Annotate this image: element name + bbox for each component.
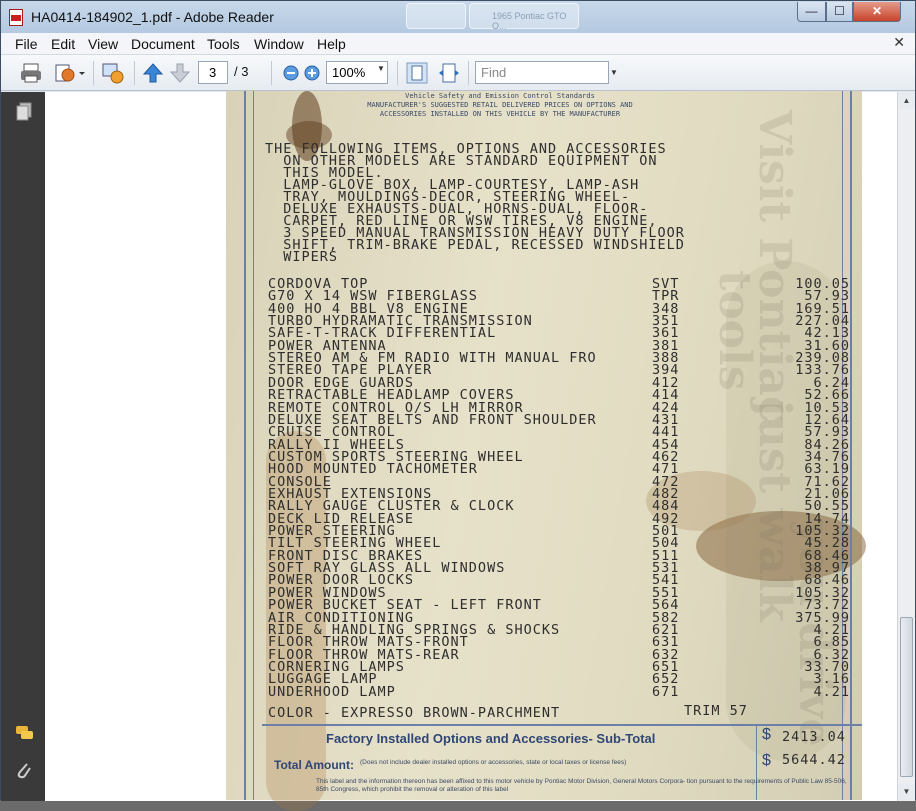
menu-help[interactable]: Help [317, 36, 346, 52]
header-line: Vehicle Safety and Emission Control Stan… [405, 92, 595, 100]
print-icon[interactable] [19, 61, 43, 85]
total-label: Total Amount: [274, 758, 354, 772]
menu-tools[interactable]: Tools [207, 36, 240, 52]
find-dropdown-icon[interactable]: ▼ [610, 68, 618, 77]
page-number-input[interactable]: 3 [198, 61, 228, 84]
subtotal-label: Factory Installed Options and Accessorie… [326, 731, 656, 746]
toolbar: 3 / 3 100% ▼ Find ▼ [1, 55, 915, 91]
comments-icon[interactable] [15, 724, 33, 744]
zoom-dropdown-icon[interactable]: ▼ [377, 64, 385, 73]
toolbar-divider [93, 61, 94, 85]
header-line: ACCESSORIES INSTALLED ON THIS VEHICLE BY… [379, 110, 621, 118]
border-line [244, 91, 246, 800]
vertical-scrollbar[interactable]: ▲ ▼ [897, 92, 915, 801]
total-value: 5644.42 [782, 752, 846, 768]
pdf-app-icon [9, 9, 23, 26]
pages-panel-icon[interactable] [15, 102, 33, 122]
option-row: HOOD MOUNTED TACHOMETER 471 63.19 [268, 463, 858, 477]
minimize-button[interactable]: — [797, 2, 826, 22]
maximize-button[interactable]: ☐ [826, 2, 853, 22]
subtotal-dollar-sign: $ [762, 726, 771, 743]
paint-color: COLOR - EXPRESSO BROWN-PARCHMENT [268, 705, 561, 721]
sticker-header: Vehicle Safety and Emission Control Stan… [260, 92, 740, 119]
document-close-icon[interactable]: ✕ [893, 34, 905, 51]
option-name: UNDERHOOD LAMP [268, 683, 396, 700]
total-note: (Does not include dealer installed optio… [360, 759, 627, 766]
total-dollar-sign: $ [762, 752, 771, 769]
menu-file[interactable]: File [15, 36, 38, 52]
close-button[interactable]: ✕ [853, 2, 901, 22]
scroll-down-icon[interactable]: ▼ [898, 783, 915, 800]
scroll-thumb[interactable] [900, 617, 913, 777]
menu-bar: File Edit View Document Tools Window Hel… [1, 33, 915, 55]
ghost-tab: 1965 Pontiac GTO O... [469, 3, 579, 31]
menu-edit[interactable]: Edit [51, 36, 75, 52]
trim-code: TRIM 57 [684, 703, 748, 719]
legal-fine-print: This label and the information thereon h… [316, 778, 847, 793]
navigation-pane [1, 92, 45, 801]
attachments-icon[interactable] [15, 760, 33, 780]
standard-equipment-text: THE FOLLOWING ITEMS, OPTIONS AND ACCESSO… [265, 142, 745, 264]
title-bar[interactable]: HA0414-184902_1.pdf - Adobe Reader 1965 … [1, 1, 915, 33]
fit-page-icon[interactable] [405, 61, 429, 85]
option-code: 671 [652, 683, 680, 700]
window-title: HA0414-184902_1.pdf - Adobe Reader [31, 9, 274, 25]
option-row: UNDERHOOD LAMP 671 4.21 [268, 683, 858, 700]
share-icon[interactable] [53, 61, 77, 85]
subtotal-value: 2413.04 [782, 729, 846, 745]
option-price: 4.21 [813, 683, 850, 700]
share-dropdown-icon[interactable] [77, 61, 87, 85]
fit-width-icon[interactable] [437, 61, 461, 85]
toolbar-divider [468, 61, 469, 85]
next-page-icon[interactable] [168, 61, 192, 85]
previous-page-icon[interactable] [141, 61, 165, 85]
ghost-tab [406, 3, 466, 29]
toolbar-divider [271, 61, 272, 85]
menu-document[interactable]: Document [131, 36, 195, 52]
menu-view[interactable]: View [88, 36, 118, 52]
border-line [253, 91, 254, 800]
scroll-up-icon[interactable]: ▲ [898, 92, 915, 109]
zoom-in-icon[interactable] [300, 61, 324, 85]
page-total: / 3 [234, 64, 249, 79]
toolbar-divider [397, 61, 398, 85]
header-line: MANUFACTURER'S SUGGESTED RETAIL DELIVERE… [367, 101, 633, 109]
menu-window[interactable]: Window [254, 36, 304, 52]
find-input[interactable]: Find [475, 61, 609, 84]
toolbar-divider [134, 61, 135, 85]
collaborate-icon[interactable] [101, 61, 125, 85]
